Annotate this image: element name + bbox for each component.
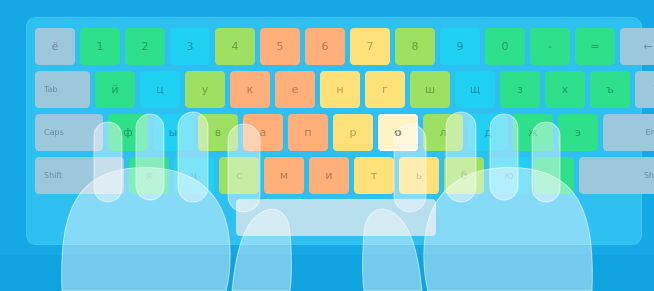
space-bar[interactable] bbox=[236, 199, 436, 236]
key-bottom-letter-row-7[interactable]: ь bbox=[399, 157, 439, 194]
key-bottom-letter-row-0[interactable]: Shift bbox=[35, 157, 124, 194]
key-home-row-6[interactable]: р bbox=[333, 114, 373, 151]
key-top-letter-row-6[interactable]: н bbox=[320, 71, 360, 108]
key-home-row-1[interactable]: ф bbox=[108, 114, 148, 151]
key-number-row-4[interactable]: 4 bbox=[215, 28, 255, 65]
key-home-row-0[interactable]: Caps bbox=[35, 114, 103, 151]
key-number-row-7[interactable]: 7 bbox=[350, 28, 390, 65]
key-bottom-letter-row-3[interactable]: с bbox=[219, 157, 259, 194]
key-top-letter-row-11[interactable]: х bbox=[545, 71, 585, 108]
key-top-letter-row-8[interactable]: ш bbox=[410, 71, 450, 108]
key-top-letter-row-2[interactable]: ц bbox=[140, 71, 180, 108]
key-number-row-3[interactable]: 3 bbox=[170, 28, 210, 65]
key-top-letter-row-12[interactable]: ъ bbox=[590, 71, 630, 108]
key-number-row-1[interactable]: 1 bbox=[80, 28, 120, 65]
key-home-row-9[interactable]: д bbox=[468, 114, 508, 151]
bottom-letter-row: Shiftячсмитьбю.Shift bbox=[35, 157, 654, 194]
key-top-letter-row-0[interactable]: Tab bbox=[35, 71, 90, 108]
key-home-row-5[interactable]: п bbox=[288, 114, 328, 151]
key-top-letter-row-13[interactable]: \ bbox=[635, 71, 654, 108]
key-home-row-8[interactable]: л bbox=[423, 114, 463, 151]
key-bottom-letter-row-1[interactable]: я bbox=[129, 157, 169, 194]
key-home-row-11[interactable]: э bbox=[558, 114, 598, 151]
key-home-row-3[interactable]: в bbox=[198, 114, 238, 151]
home-row: CapsфывапролджэEnter bbox=[35, 114, 654, 151]
key-home-row-7[interactable]: о bbox=[378, 114, 418, 151]
key-number-row-8[interactable]: 8 bbox=[395, 28, 435, 65]
key-bottom-letter-row-10[interactable]: . bbox=[534, 157, 574, 194]
key-number-row-9[interactable]: 9 bbox=[440, 28, 480, 65]
number-row: ё 1 2 3 4 5 6 7 8 9 0- = ← bbox=[35, 28, 654, 65]
key-home-row-2[interactable]: ы bbox=[153, 114, 193, 151]
top-letter-row: Tabйцукенгшщзхъ\ bbox=[35, 71, 654, 108]
key-top-letter-row-7[interactable]: г bbox=[365, 71, 405, 108]
key-top-letter-row-1[interactable]: й bbox=[95, 71, 135, 108]
key-number-row-13[interactable]: ← bbox=[620, 28, 654, 65]
key-number-row-10[interactable]: 0 bbox=[485, 28, 525, 65]
key-home-row-12[interactable]: Enter bbox=[603, 114, 654, 151]
key-number-row-6[interactable]: 6 bbox=[305, 28, 345, 65]
key-home-row-4[interactable]: а bbox=[243, 114, 283, 151]
key-number-row-2[interactable]: 2 bbox=[125, 28, 165, 65]
key-bottom-letter-row-2[interactable]: ч bbox=[174, 157, 214, 194]
keyboard-trainer: ё1234567890-=← Tabйцукенгшщзхъ\ Capsфыва… bbox=[0, 0, 654, 291]
key-number-row-0[interactable]: ё bbox=[35, 28, 75, 65]
key-bottom-letter-row-5[interactable]: и bbox=[309, 157, 349, 194]
key-bottom-letter-row-4[interactable]: м bbox=[264, 157, 304, 194]
key-top-letter-row-3[interactable]: у bbox=[185, 71, 225, 108]
key-top-letter-row-9[interactable]: щ bbox=[455, 71, 495, 108]
key-top-letter-row-4[interactable]: к bbox=[230, 71, 270, 108]
bottom-band bbox=[0, 255, 654, 291]
key-home-row-10[interactable]: ж bbox=[513, 114, 553, 151]
key-top-letter-row-5[interactable]: е bbox=[275, 71, 315, 108]
key-number-row-5[interactable]: 5 bbox=[260, 28, 300, 65]
key-bottom-letter-row-11[interactable]: Shift bbox=[579, 157, 654, 194]
key-top-letter-row-10[interactable]: з bbox=[500, 71, 540, 108]
key-number-row-11[interactable]: - bbox=[530, 28, 570, 65]
key-number-row-12[interactable]: = bbox=[575, 28, 615, 65]
key-bottom-letter-row-9[interactable]: ю bbox=[489, 157, 529, 194]
key-bottom-letter-row-6[interactable]: т bbox=[354, 157, 394, 194]
key-bottom-letter-row-8[interactable]: б bbox=[444, 157, 484, 194]
